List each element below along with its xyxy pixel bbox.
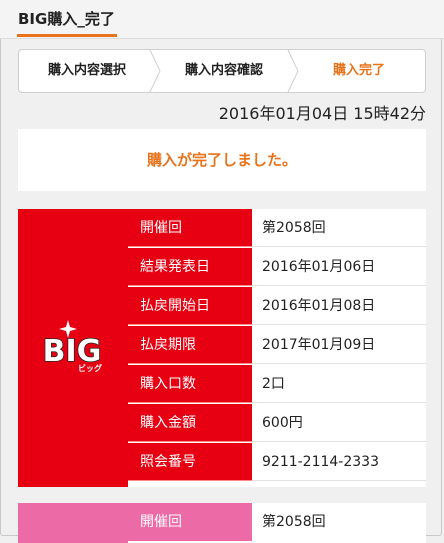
detail-label: 開催回 (128, 209, 252, 247)
detail-row: 購入口数 2口 (128, 365, 426, 404)
completion-message: 購入が完了しました。 (146, 151, 297, 169)
detail-value: 9211-2114-2333 (252, 443, 426, 481)
detail-value: 2016年01月06日 (252, 248, 426, 286)
detail-label: 購入金額 (128, 404, 252, 442)
detail-row: 購入金額 600円 (128, 404, 426, 443)
detail-value: 第2058回 (252, 209, 426, 247)
detail-row: 照会番号 9211-2114-2333 (128, 443, 426, 482)
big-logo-panel: BIG ビッグ (18, 209, 128, 487)
detail-label: 開催回 (128, 503, 252, 541)
detail-row: 開催回 第2058回 (128, 503, 426, 542)
detail-value: 600円 (252, 404, 426, 442)
detail-row: 結果発表日 2016年01月06日 (128, 248, 426, 287)
ticket-details-card: BIG ビッグ 開催回 第2058回 結果発表日 2016年01月06日 払戻開… (18, 209, 426, 487)
second-logo-panel (18, 503, 128, 543)
step-indicator: 購入内容選択 購入内容確認 購入完了 (18, 49, 426, 93)
detail-label: 払戻期限 (128, 326, 252, 364)
detail-value: 2017年01月09日 (252, 326, 426, 364)
detail-value: 2016年01月08日 (252, 287, 426, 325)
detail-row: 払戻期限 2017年01月09日 (128, 326, 426, 365)
second-ticket-card: 開催回 第2058回 (18, 503, 426, 543)
step-select: 購入内容選択 (47, 63, 126, 78)
completion-panel: 購入が完了しました。 (18, 129, 426, 191)
step-complete: 購入完了 (332, 63, 385, 78)
detail-value: 第2058回 (262, 514, 326, 530)
title-underline (17, 34, 117, 37)
detail-row: 払戻開始日 2016年01月08日 (128, 287, 426, 326)
step-confirm: 購入内容確認 (184, 63, 263, 78)
big-logo-subtext: ビッグ (78, 363, 102, 373)
big-logo-icon: BIG ビッグ (42, 320, 102, 373)
title-bar: BIG購入_完了 (0, 0, 444, 39)
detail-row: 開催回 第2058回 (128, 209, 426, 248)
page-title: BIG購入_完了 (18, 10, 115, 28)
purchase-datetime: 2016年01月04日 15時42分 (218, 104, 426, 123)
detail-value: 2口 (252, 365, 426, 403)
detail-label: 照会番号 (128, 443, 252, 481)
detail-label: 結果発表日 (128, 248, 252, 286)
detail-label: 払戻開始日 (128, 287, 252, 325)
detail-label: 購入口数 (128, 365, 252, 403)
